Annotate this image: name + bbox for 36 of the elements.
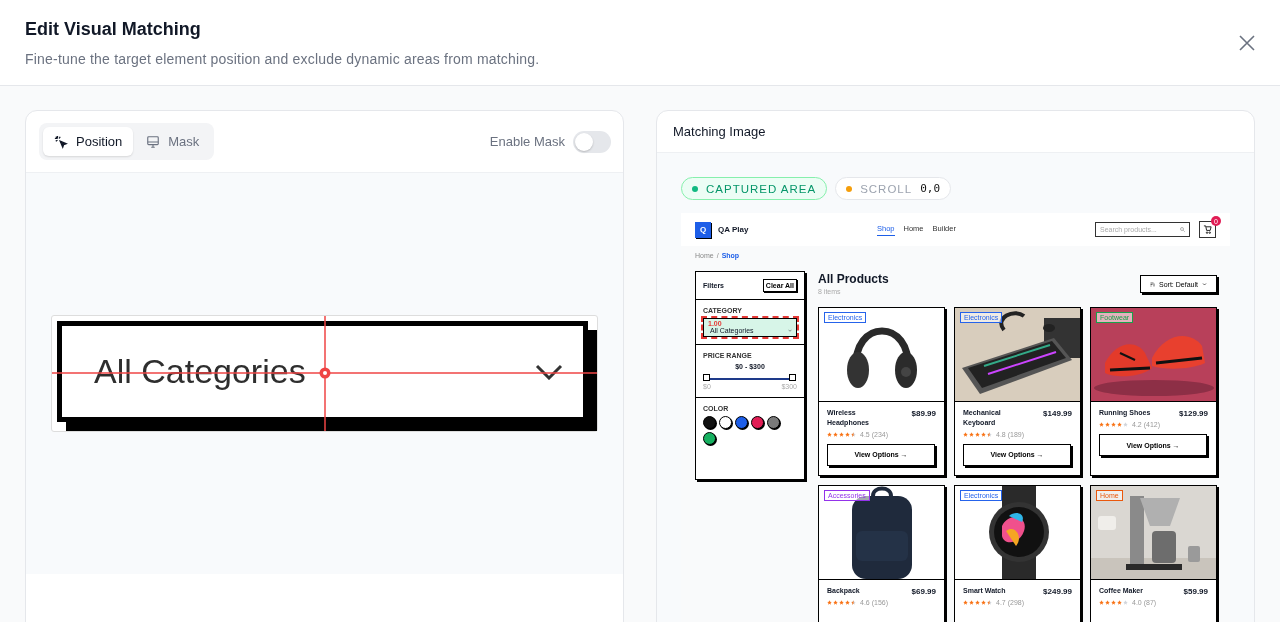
captured-badge: CAPTURED AREA [681,177,828,200]
slider-thumb[interactable] [789,374,796,381]
toggle-label: Enable Mask [489,134,565,149]
search-icon [1180,227,1185,232]
mask-toggle[interactable] [573,130,611,153]
cart-icon [1203,225,1212,234]
pointer-icon [54,134,68,149]
slider-thumb[interactable] [703,374,710,381]
products-heading: All Products [818,272,889,286]
dialog-subtitle: Fine-tune the target element position and exclude dynamic areas from matching. [25,50,540,67]
color-swatch[interactable] [767,416,780,429]
color-swatch[interactable] [703,432,716,445]
panel-title: Matching Image [673,124,766,139]
color-swatch[interactable] [735,416,748,429]
scroll-badge: SCROLL 0,0 [835,177,952,200]
chevron-icon [788,329,792,332]
color-swatch[interactable] [751,416,764,429]
product-price: $89.99 [911,409,936,418]
product-price: $129.99 [1179,409,1208,418]
sort-icon [1150,281,1156,287]
cart-button[interactable] [1199,221,1216,238]
caret-icon [1201,281,1207,287]
monitor-icon [146,134,161,149]
color-swatch[interactable] [719,416,732,429]
close-icon[interactable] [1238,33,1256,52]
product-price: $59.99 [1183,587,1208,596]
color-swatch[interactable] [703,416,716,429]
product-price: $69.99 [911,587,936,596]
mode-tab[interactable]: Position [43,127,134,156]
site-name: QA Play [718,225,749,234]
product-price: $249.99 [1043,587,1072,596]
logo-mark: Q [695,221,711,238]
chevron-icon [535,363,563,380]
product-price: $149.99 [1043,409,1072,418]
dialog-title: Edit Visual Matching [25,18,202,40]
mode-tab[interactable]: Mask [135,127,211,156]
